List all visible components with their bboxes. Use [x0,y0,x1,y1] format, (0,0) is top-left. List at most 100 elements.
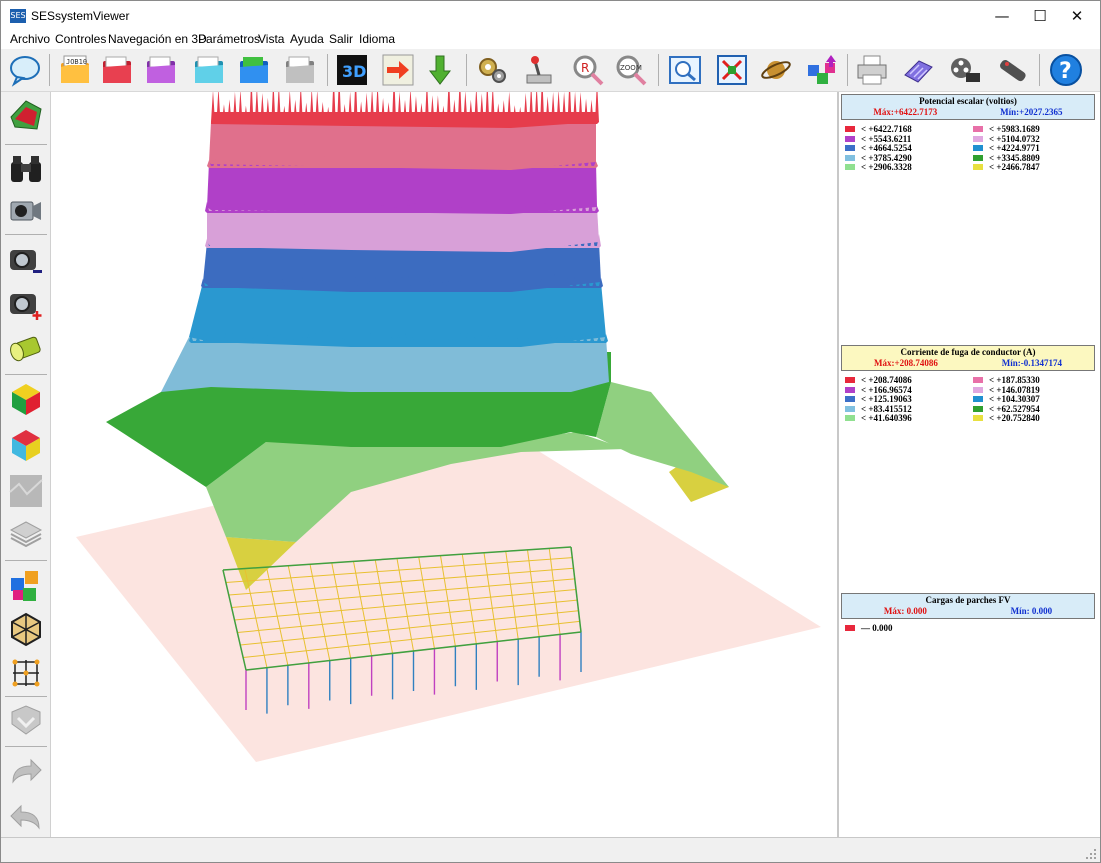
legend-color-swatch [845,396,855,402]
gears-icon[interactable] [473,51,511,89]
grid-lattice-icon[interactable] [5,652,47,694]
view-shape-icon[interactable] [5,95,47,137]
cubes-arrow-icon[interactable] [803,51,841,89]
legend-label: < +5983.1689 [989,124,1040,134]
legend-label: < +125.19063 [861,394,912,404]
current-legend-item: < +104.30307 [973,394,1040,404]
zoom-rect-letter: R [581,61,589,75]
current-legend-header: Corriente de fuga de conductor (A) Máx:+… [841,345,1095,371]
wireframe-cube-icon[interactable] [5,608,47,650]
potential-legend-item: < +6422.7168 [845,124,912,134]
red-folder-icon[interactable] [98,51,136,89]
legend-label: < +62.527954 [989,403,1040,414]
legend-color-swatch [845,126,855,132]
cube-shaded-icon[interactable] [5,424,47,466]
blue-folder-icon[interactable] [235,51,273,89]
menu-ayuda[interactable]: Ayuda [290,32,324,46]
redo-disabled-icon [5,752,47,794]
legend-label: < +2466.7847 [989,162,1040,172]
printer-icon[interactable] [853,51,891,89]
cube-color-icon[interactable] [5,378,47,420]
current-legend-item: < +187.85330 [973,375,1040,385]
keyboard-icon[interactable] [899,51,937,89]
legend-label: < +146.07819 [989,384,1040,395]
gray-noise-icon [5,470,47,512]
cubes-icon[interactable] [5,564,47,606]
current-legend-item: < +20.752840 [973,413,1040,423]
status-bar [1,837,1100,862]
binoculars-icon[interactable] [5,148,47,190]
legend-label: < +5104.0732 [989,133,1040,144]
legend-label: < +20.752840 [989,413,1040,423]
3d-viewport[interactable] [51,92,836,837]
legend-color-swatch [845,164,855,170]
window-title: SESsystemViewer [31,9,130,23]
legend-color-swatch [845,377,855,383]
current-legend-title: Corriente de fuga de conductor (A) [900,347,1036,357]
arrow-right-icon[interactable] [379,51,417,89]
flashlight-icon[interactable] [5,328,47,370]
zoom-icon[interactable]: ZOOM [612,51,650,89]
surface-spike-row [211,92,599,124]
zoom-rect-icon[interactable]: R [569,51,607,89]
legend-color-swatch [973,145,983,151]
legend-color-swatch [973,405,983,412]
app-logo-icon: SES [10,9,26,23]
planet-icon[interactable] [757,51,795,89]
legend-label: < +2906.3328 [861,162,912,172]
menu-salir[interactable]: Salir [329,32,353,46]
layers-disabled-icon [5,514,47,556]
view-3d-icon[interactable]: 3D [333,51,371,89]
arrow-down-left-icon[interactable] [422,51,460,89]
camera-add-icon[interactable] [5,282,47,324]
pv-legend-title: Cargas de parches FV [925,595,1011,605]
current-legend-item: < +62.527954 [973,404,1040,414]
legend-color-swatch [973,126,983,132]
legend-label: < +104.30307 [989,394,1040,404]
chat-bubble-icon[interactable] [6,51,44,89]
potential-legend-item: < +4664.5254 [845,143,912,153]
legend-color-swatch [845,405,855,412]
potential-legend-item: < +2906.3328 [845,162,912,172]
video-camera-icon[interactable] [5,190,47,232]
potential-legend-title: Potencial escalar (voltios) [919,96,1017,106]
camera-remove-icon[interactable] [5,238,47,280]
legend-color-swatch [973,415,983,421]
legend-color-swatch [845,145,855,151]
open-job-folder-icon[interactable]: JOB10 [56,51,94,89]
film-reel-icon[interactable] [946,51,984,89]
left-toolbar [1,92,51,837]
menu-vista[interactable]: Vista [258,32,284,46]
current-max: Máx:+208.74086 [873,358,938,368]
app-window: SES SESsystemViewer — ☐ ✕ Archivo Contro… [0,0,1101,863]
legend-panel: Potencial escalar (voltios) Máx:+6422.71… [837,92,1100,837]
legend-label: — 0.000 [861,623,893,633]
title-bar: SES SESsystemViewer [1,1,1100,31]
current-legend-item: < +83.415512 [845,404,912,414]
help-icon[interactable]: ? [1047,51,1085,89]
potential-legend-header: Potencial escalar (voltios) Máx:+6422.71… [841,94,1095,120]
remote-control-icon[interactable] [993,51,1031,89]
menu-archivo[interactable]: Archivo [10,32,50,46]
magnifier-window-icon[interactable] [666,51,704,89]
fit-view-icon[interactable] [713,51,751,89]
pv-legend-header: Cargas de parches FV Máx: 0.000 Mín: 0.00… [841,593,1095,619]
main-toolbar: JOB10 3D R ZOOM ? [1,49,1100,92]
menu-navegacion-3d[interactable]: Navegación en 3D [108,32,207,46]
job-icon-text: JOB10 [66,58,87,66]
potential-legend-item: < +5543.6211 [845,134,911,144]
purple-folder-icon[interactable] [142,51,180,89]
menu-parametros[interactable]: Parámetros [198,32,260,46]
current-min: Mín:-0.1347174 [1001,358,1063,368]
legend-color-swatch [973,154,983,161]
gray-folder-icon[interactable] [281,51,319,89]
potential-legend-item: < +5983.1689 [973,124,1040,134]
resize-grip-icon[interactable] [1085,848,1097,860]
close-button[interactable]: ✕ [1054,1,1100,31]
menu-idioma[interactable]: Idioma [359,32,395,46]
legend-label: < +6422.7168 [861,124,912,134]
cyan-folder-icon[interactable] [190,51,228,89]
current-legend-item: < +41.640396 [845,413,912,423]
joystick-icon[interactable] [519,51,557,89]
menu-controles[interactable]: Controles [55,32,106,46]
